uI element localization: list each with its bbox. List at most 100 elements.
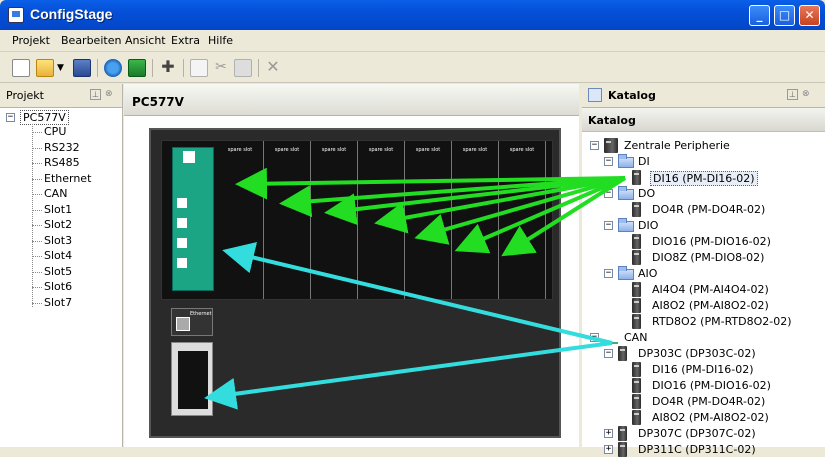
app-icon [8,7,24,23]
module-icon [632,234,641,249]
slot-label: spare slot [509,147,535,153]
cut-icon[interactable]: ✂ [212,59,230,77]
network-icon [604,332,618,344]
catalog-node[interactable]: DP307C (DP307C-02) [636,427,758,440]
collapse-icon[interactable]: − [590,141,599,150]
center-title: PC577V [132,95,184,109]
save-icon[interactable] [73,59,91,77]
catalog-tab-header: Katalog ⊥ ⊗ [582,84,825,108]
rack-slot[interactable]: spare slot [218,141,264,299]
slot-label: spare slot [368,147,394,153]
add-icon[interactable]: ✚ [159,59,177,77]
folder-icon [618,218,634,232]
module-icon [632,378,641,393]
project-item-rs232[interactable]: RS232 [44,141,80,154]
catalog-node[interactable]: DO4R (PM-DO4R-02) [650,395,767,408]
pin-icon[interactable]: ⊥ [787,89,798,100]
project-item-cpu[interactable]: CPU [44,125,66,138]
panel-close-icon[interactable]: ⊗ [802,89,810,99]
rack-slot[interactable]: spare slot [500,141,546,299]
rack-slot[interactable]: spare slot [312,141,358,299]
can-connector[interactable] [171,342,213,416]
catalog-node[interactable]: DP303C (DP303C-02) [636,347,758,360]
toolbar: ▼ ✚ ✂ ✕ [0,53,825,83]
pin-icon[interactable]: ⊥ [90,89,101,100]
catalog-node[interactable]: AIO [636,267,659,280]
catalog-node[interactable]: DP311C (DP311C-02) [636,443,758,456]
project-item-slot4[interactable]: Slot4 [44,249,72,262]
catalog-node[interactable]: RTD8O2 (PM-RTD8O2-02) [650,315,794,328]
project-item-slot2[interactable]: Slot2 [44,218,72,231]
catalog-node[interactable]: AI4O4 (PM-AI4O4-02) [650,283,771,296]
catalog-node[interactable]: DIO16 (PM-DIO16-02) [650,379,773,392]
menu-projekt[interactable]: Projekt [12,34,50,47]
rack-slot[interactable]: spare slot [265,141,311,299]
download-icon[interactable] [128,59,146,77]
collapse-icon[interactable]: − [6,113,15,122]
project-root[interactable]: PC577V [20,110,69,125]
minimize-button[interactable]: _ [749,5,770,26]
project-item-can[interactable]: CAN [44,187,67,200]
menu-bearbeiten[interactable]: Bearbeiten [61,34,121,47]
catalog-node[interactable]: DI [636,155,652,168]
new-file-icon[interactable] [12,59,30,77]
catalog-node[interactable]: DIO [636,219,660,232]
catalog-node[interactable]: DO [636,187,657,200]
close-button[interactable]: ✕ [799,5,820,26]
paste-icon[interactable] [234,59,252,77]
collapse-icon[interactable]: − [604,269,613,278]
rack-slot[interactable]: spare slot [453,141,499,299]
collapse-icon[interactable]: − [604,157,613,166]
project-item-slot5[interactable]: Slot5 [44,265,72,278]
module-icon [632,394,641,409]
rack-slot[interactable]: spare slot [406,141,452,299]
dropdown-arrow-icon[interactable]: ▼ [57,63,65,81]
open-folder-icon[interactable] [36,59,54,77]
slot-label: spare slot [462,147,488,153]
collapse-icon[interactable]: − [604,349,613,358]
catalog-node[interactable]: AI8O2 (PM-AI8O2-02) [650,299,771,312]
catalog-node[interactable]: DI16 (PM-DI16-02) [650,171,758,186]
module-icon [632,170,641,185]
project-item-slot3[interactable]: Slot3 [44,234,72,247]
collapse-icon[interactable]: − [590,333,599,342]
catalog-node[interactable]: AI8O2 (PM-AI8O2-02) [650,411,771,424]
collapse-icon[interactable]: − [604,189,613,198]
project-panel-header: Projekt ⊥ ⊗ [0,84,123,108]
catalog-node[interactable]: DO4R (PM-DO4R-02) [650,203,767,216]
catalog-node[interactable]: CAN [622,331,649,344]
refresh-icon[interactable] [104,59,122,77]
project-item-slot7[interactable]: Slot7 [44,296,72,309]
delete-icon[interactable]: ✕ [264,59,282,77]
maximize-button[interactable]: □ [774,5,795,26]
menu-extra[interactable]: Extra [171,34,200,47]
catalog-node[interactable]: DIO16 (PM-DIO16-02) [650,235,773,248]
catalog-tree: − Zentrale Peripherie − DI DI16 (PM-DI16-02)… [582,132,825,457]
module-icon [618,442,627,457]
folder-icon [618,266,634,280]
expand-icon[interactable]: + [604,429,613,438]
catalog-tab-title: Katalog [608,89,656,102]
project-item-rs485[interactable]: RS485 [44,156,80,169]
rack-frame: spare slot spare slot spare slot spare slot… [149,128,561,438]
collapse-icon[interactable]: − [604,221,613,230]
catalog-node[interactable]: DIO8Z (PM-DIO8-02) [650,251,766,264]
project-item-slot6[interactable]: Slot6 [44,280,72,293]
menu-ansicht[interactable]: Ansicht [125,34,166,47]
catalog-node[interactable]: Zentrale Peripherie [622,139,732,152]
title-bar[interactable]: ConfigStage _ □ ✕ [0,0,825,30]
expand-icon[interactable]: + [604,445,613,454]
module-icon [632,202,641,217]
menu-hilfe[interactable]: Hilfe [208,34,233,47]
cpu-module[interactable] [172,147,214,291]
project-item-slot1[interactable]: Slot1 [44,203,72,216]
rack-slot[interactable]: spare slot [359,141,405,299]
copy-icon[interactable] [190,59,208,77]
window-title: ConfigStage [30,6,113,22]
ethernet-port[interactable]: Ethernet [171,308,213,336]
catalog-node[interactable]: DI16 (PM-DI16-02) [650,363,756,376]
project-item-ethernet[interactable]: Ethernet [44,172,91,185]
project-panel-title: Projekt [6,89,44,102]
panel-close-icon[interactable]: ⊗ [105,89,116,100]
slot-label: spare slot [321,147,347,153]
